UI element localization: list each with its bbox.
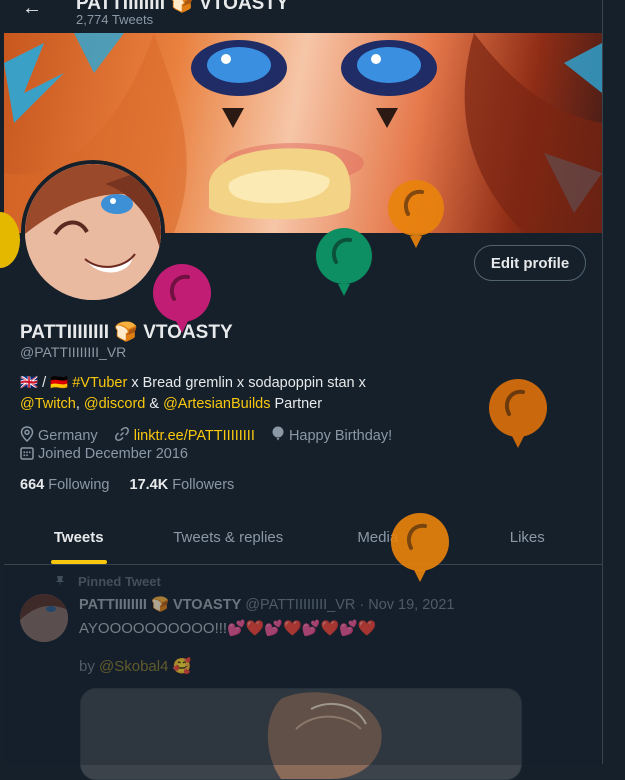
balloon-green-icon [316, 228, 372, 296]
followers-link[interactable]: 17.4K Followers [130, 477, 235, 493]
profile-tabs: Tweets Tweets & replies Media Likes [4, 512, 602, 565]
bio-sep-1: , [75, 396, 84, 412]
joined-text: Joined December 2016 [38, 446, 188, 462]
website-link[interactable]: linktr.ee/PATTIIIIIIII [134, 428, 255, 444]
back-arrow-icon[interactable]: ← [22, 0, 42, 20]
balloon-pink-icon [153, 264, 211, 333]
bio-mention-discord[interactable]: @discord [84, 396, 145, 412]
following-count: 664 [20, 477, 45, 493]
following-label: Following [48, 477, 110, 493]
bio-flags: 🇬🇧 / 🇩🇪 [20, 375, 69, 391]
profile-meta-row: Germany linktr.ee/PATTIIIIIIII Happy Bir… [20, 426, 396, 444]
balloon-orange-icon [388, 180, 444, 248]
bio-hashtag-vtuber[interactable]: #VTuber [72, 375, 127, 391]
top-bar: ← PATTIIIIIIII 🍞 VTOASTY 2,774 Tweets [4, 0, 602, 33]
location-text: Germany [38, 428, 98, 444]
bio-text-1: x Bread gremlin x sodapoppin stan x [127, 375, 366, 391]
follow-stats: 664 Following 17.4K Followers [20, 477, 234, 493]
edit-profile-button[interactable]: Edit profile [474, 245, 586, 281]
profile-avatar[interactable] [21, 160, 165, 304]
balloon-yellow-icon [0, 212, 20, 268]
calendar-icon [20, 447, 34, 460]
tab-likes[interactable]: Likes [453, 512, 603, 564]
balloon-icon [272, 426, 284, 441]
location-icon [20, 426, 34, 443]
bio-mention-twitch[interactable]: @Twitch [20, 396, 76, 412]
balloon-orange-3-icon [391, 513, 449, 582]
avatar-artwork [25, 164, 161, 300]
bio-text-2: Partner [270, 396, 323, 412]
balloon-orange-2-icon [489, 379, 547, 448]
tab-tweets-replies[interactable]: Tweets & replies [154, 512, 304, 564]
header-tweet-count: 2,774 Tweets [76, 12, 154, 27]
joined-row: Joined December 2016 [20, 446, 188, 462]
tweet-dim-overlay [4, 565, 602, 765]
tab-tweets[interactable]: Tweets [4, 512, 154, 564]
link-icon [114, 427, 129, 441]
birthday-text: Happy Birthday! [288, 428, 393, 444]
followers-count: 17.4K [129, 477, 169, 493]
bio-mention-artesian[interactable]: @ArtesianBuilds [163, 396, 270, 412]
profile-handle: @PATTIIIIIIII_VR [20, 344, 127, 360]
right-gutter [603, 0, 625, 764]
following-link[interactable]: 664 Following [20, 477, 109, 493]
bio-sep-2: & [145, 396, 164, 412]
followers-label: Followers [172, 477, 235, 493]
